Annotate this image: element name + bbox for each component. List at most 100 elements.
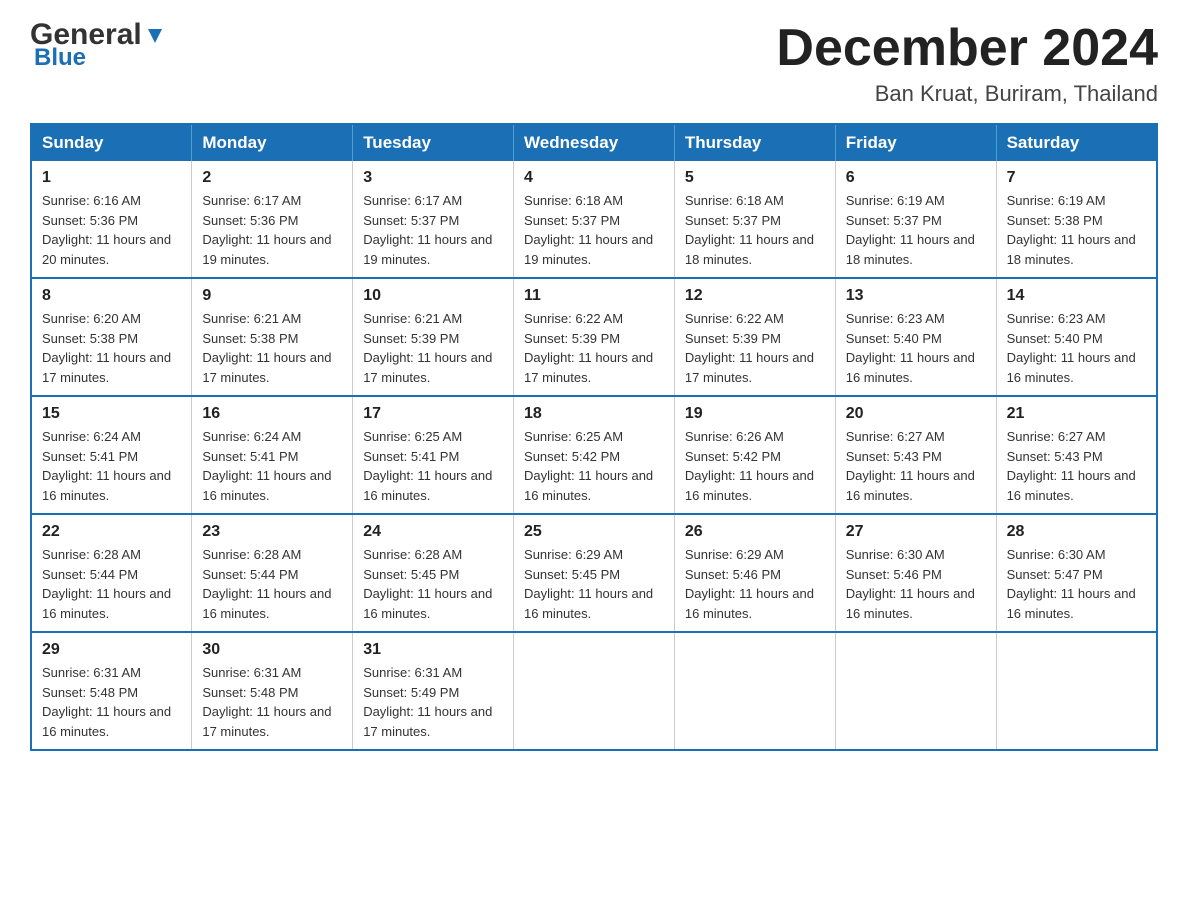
column-header-monday: Monday <box>192 124 353 161</box>
day-info: Sunrise: 6:19 AMSunset: 5:38 PMDaylight:… <box>1007 191 1146 269</box>
calendar-cell: 22 Sunrise: 6:28 AMSunset: 5:44 PMDayligh… <box>31 514 192 632</box>
day-info: Sunrise: 6:19 AMSunset: 5:37 PMDaylight:… <box>846 191 986 269</box>
calendar-header-row: SundayMondayTuesdayWednesdayThursdayFrid… <box>31 124 1157 161</box>
day-info: Sunrise: 6:29 AMSunset: 5:45 PMDaylight:… <box>524 545 664 623</box>
calendar-cell <box>514 632 675 750</box>
calendar-cell: 4 Sunrise: 6:18 AMSunset: 5:37 PMDaylight… <box>514 161 675 278</box>
calendar-cell <box>674 632 835 750</box>
day-number: 23 <box>202 523 342 541</box>
calendar-cell: 25 Sunrise: 6:29 AMSunset: 5:45 PMDayligh… <box>514 514 675 632</box>
day-number: 16 <box>202 405 342 423</box>
day-number: 31 <box>363 641 503 659</box>
day-info: Sunrise: 6:31 AMSunset: 5:49 PMDaylight:… <box>363 663 503 741</box>
day-info: Sunrise: 6:18 AMSunset: 5:37 PMDaylight:… <box>524 191 664 269</box>
calendar-cell: 11 Sunrise: 6:22 AMSunset: 5:39 PMDayligh… <box>514 278 675 396</box>
day-number: 10 <box>363 287 503 305</box>
day-info: Sunrise: 6:28 AMSunset: 5:44 PMDaylight:… <box>202 545 342 623</box>
day-info: Sunrise: 6:17 AMSunset: 5:37 PMDaylight:… <box>363 191 503 269</box>
column-header-friday: Friday <box>835 124 996 161</box>
calendar-cell: 30 Sunrise: 6:31 AMSunset: 5:48 PMDayligh… <box>192 632 353 750</box>
day-number: 6 <box>846 169 986 187</box>
logo: General Blue <box>30 20 166 70</box>
day-number: 18 <box>524 405 664 423</box>
day-info: Sunrise: 6:29 AMSunset: 5:46 PMDaylight:… <box>685 545 825 623</box>
page-header: General Blue December 2024 Ban Kruat, Bu… <box>30 20 1158 107</box>
calendar-cell: 12 Sunrise: 6:22 AMSunset: 5:39 PMDayligh… <box>674 278 835 396</box>
day-number: 26 <box>685 523 825 541</box>
calendar-week-row: 1 Sunrise: 6:16 AMSunset: 5:36 PMDaylight… <box>31 161 1157 278</box>
day-number: 12 <box>685 287 825 305</box>
day-number: 14 <box>1007 287 1146 305</box>
day-number: 5 <box>685 169 825 187</box>
month-title: December 2024 <box>776 20 1158 77</box>
day-number: 13 <box>846 287 986 305</box>
location-text: Ban Kruat, Buriram, Thailand <box>776 81 1158 107</box>
calendar-cell: 8Sunrise: 6:20 AMSunset: 5:38 PMDaylight… <box>31 278 192 396</box>
calendar-cell: 3 Sunrise: 6:17 AMSunset: 5:37 PMDaylight… <box>353 161 514 278</box>
day-number: 21 <box>1007 405 1146 423</box>
day-info: Sunrise: 6:31 AMSunset: 5:48 PMDaylight:… <box>42 663 181 741</box>
day-number: 24 <box>363 523 503 541</box>
day-info: Sunrise: 6:28 AMSunset: 5:45 PMDaylight:… <box>363 545 503 623</box>
day-number: 20 <box>846 405 986 423</box>
day-info: Sunrise: 6:22 AMSunset: 5:39 PMDaylight:… <box>685 309 825 387</box>
day-info: Sunrise: 6:21 AMSunset: 5:39 PMDaylight:… <box>363 309 503 387</box>
calendar-cell <box>996 632 1157 750</box>
calendar-cell: 9 Sunrise: 6:21 AMSunset: 5:38 PMDaylight… <box>192 278 353 396</box>
column-header-tuesday: Tuesday <box>353 124 514 161</box>
logo-triangle-icon <box>144 25 166 47</box>
day-number: 17 <box>363 405 503 423</box>
day-number: 9 <box>202 287 342 305</box>
calendar-cell: 23 Sunrise: 6:28 AMSunset: 5:44 PMDayligh… <box>192 514 353 632</box>
day-info: Sunrise: 6:28 AMSunset: 5:44 PMDaylight:… <box>42 545 181 623</box>
day-number: 3 <box>363 169 503 187</box>
day-number: 25 <box>524 523 664 541</box>
title-block: December 2024 Ban Kruat, Buriram, Thaila… <box>776 20 1158 107</box>
day-number: 29 <box>42 641 181 659</box>
calendar-table: SundayMondayTuesdayWednesdayThursdayFrid… <box>30 123 1158 751</box>
calendar-cell: 29 Sunrise: 6:31 AMSunset: 5:48 PMDayligh… <box>31 632 192 750</box>
day-number: 11 <box>524 287 664 305</box>
day-info: Sunrise: 6:24 AMSunset: 5:41 PMDaylight:… <box>42 427 181 505</box>
calendar-week-row: 15 Sunrise: 6:24 AMSunset: 5:41 PMDayligh… <box>31 396 1157 514</box>
day-number: 28 <box>1007 523 1146 541</box>
day-info: Sunrise: 6:22 AMSunset: 5:39 PMDaylight:… <box>524 309 664 387</box>
calendar-cell: 1 Sunrise: 6:16 AMSunset: 5:36 PMDaylight… <box>31 161 192 278</box>
day-info: Sunrise: 6:20 AMSunset: 5:38 PMDaylight:… <box>42 309 181 387</box>
calendar-cell: 20 Sunrise: 6:27 AMSunset: 5:43 PMDayligh… <box>835 396 996 514</box>
day-info: Sunrise: 6:31 AMSunset: 5:48 PMDaylight:… <box>202 663 342 741</box>
calendar-cell: 17 Sunrise: 6:25 AMSunset: 5:41 PMDayligh… <box>353 396 514 514</box>
day-info: Sunrise: 6:30 AMSunset: 5:46 PMDaylight:… <box>846 545 986 623</box>
calendar-cell: 21 Sunrise: 6:27 AMSunset: 5:43 PMDayligh… <box>996 396 1157 514</box>
day-info: Sunrise: 6:25 AMSunset: 5:41 PMDaylight:… <box>363 427 503 505</box>
day-number: 22 <box>42 523 181 541</box>
calendar-cell: 31 Sunrise: 6:31 AMSunset: 5:49 PMDayligh… <box>353 632 514 750</box>
calendar-cell: 6 Sunrise: 6:19 AMSunset: 5:37 PMDaylight… <box>835 161 996 278</box>
day-info: Sunrise: 6:27 AMSunset: 5:43 PMDaylight:… <box>846 427 986 505</box>
day-info: Sunrise: 6:16 AMSunset: 5:36 PMDaylight:… <box>42 191 181 269</box>
day-info: Sunrise: 6:18 AMSunset: 5:37 PMDaylight:… <box>685 191 825 269</box>
calendar-cell: 5 Sunrise: 6:18 AMSunset: 5:37 PMDaylight… <box>674 161 835 278</box>
calendar-cell: 10 Sunrise: 6:21 AMSunset: 5:39 PMDayligh… <box>353 278 514 396</box>
calendar-cell: 16Sunrise: 6:24 AMSunset: 5:41 PMDayligh… <box>192 396 353 514</box>
day-number: 30 <box>202 641 342 659</box>
calendar-cell <box>835 632 996 750</box>
day-number: 1 <box>42 169 181 187</box>
day-info: Sunrise: 6:27 AMSunset: 5:43 PMDaylight:… <box>1007 427 1146 505</box>
column-header-thursday: Thursday <box>674 124 835 161</box>
calendar-cell: 2Sunrise: 6:17 AMSunset: 5:36 PMDaylight… <box>192 161 353 278</box>
calendar-cell: 7 Sunrise: 6:19 AMSunset: 5:38 PMDaylight… <box>996 161 1157 278</box>
calendar-cell: 24 Sunrise: 6:28 AMSunset: 5:45 PMDayligh… <box>353 514 514 632</box>
day-info: Sunrise: 6:21 AMSunset: 5:38 PMDaylight:… <box>202 309 342 387</box>
day-number: 2 <box>202 169 342 187</box>
calendar-week-row: 29 Sunrise: 6:31 AMSunset: 5:48 PMDayligh… <box>31 632 1157 750</box>
day-number: 4 <box>524 169 664 187</box>
calendar-cell: 26 Sunrise: 6:29 AMSunset: 5:46 PMDayligh… <box>674 514 835 632</box>
logo-blue-text: Blue <box>34 46 86 70</box>
day-info: Sunrise: 6:23 AMSunset: 5:40 PMDaylight:… <box>1007 309 1146 387</box>
day-info: Sunrise: 6:30 AMSunset: 5:47 PMDaylight:… <box>1007 545 1146 623</box>
day-number: 15 <box>42 405 181 423</box>
day-number: 7 <box>1007 169 1146 187</box>
calendar-week-row: 8Sunrise: 6:20 AMSunset: 5:38 PMDaylight… <box>31 278 1157 396</box>
column-header-wednesday: Wednesday <box>514 124 675 161</box>
